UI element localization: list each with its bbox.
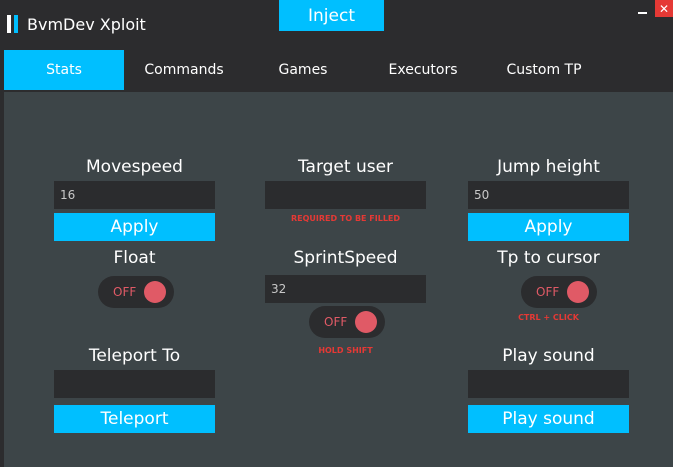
- target-user-label: Target user: [297, 157, 394, 177]
- tab-stats[interactable]: Stats: [4, 50, 124, 90]
- play-sound-label: Play sound: [502, 346, 595, 366]
- tab-custom-tp[interactable]: Custom TP: [484, 50, 604, 90]
- target-user-hint: REQUIRED TO BE FILLED: [290, 214, 401, 223]
- sprint-speed-label: SprintSpeed: [293, 248, 398, 268]
- tab-commands[interactable]: Commands: [124, 50, 244, 90]
- sprint-toggle[interactable]: OFF: [309, 306, 385, 338]
- close-icon[interactable]: ✕: [655, 0, 673, 17]
- teleport-button[interactable]: Teleport: [54, 405, 215, 433]
- sprint-toggle-state: OFF: [324, 315, 348, 329]
- sprint-hint: HOLD SHIFT: [318, 346, 373, 355]
- title-bar: BvmDev Xploit Inject ✕: [0, 0, 673, 48]
- float-toggle-state: OFF: [113, 285, 137, 299]
- app-title: BvmDev Xploit: [27, 15, 146, 34]
- movespeed-apply-button[interactable]: Apply: [54, 213, 215, 241]
- teleport-to-label: Teleport To: [88, 346, 181, 366]
- tab-games[interactable]: Games: [244, 50, 362, 90]
- play-sound-input[interactable]: [468, 370, 629, 398]
- toggle-knob: [144, 281, 166, 303]
- target-user-input[interactable]: [265, 181, 426, 209]
- jump-height-apply-button[interactable]: Apply: [468, 213, 629, 241]
- jump-height-label: Jump height: [497, 157, 600, 177]
- float-toggle[interactable]: OFF: [98, 276, 174, 308]
- sprint-speed-input[interactable]: 32: [265, 275, 426, 303]
- movespeed-input[interactable]: 16: [54, 181, 215, 209]
- stats-panel: Movespeed 16 Apply Float OFF Teleport To…: [4, 92, 673, 467]
- teleport-to-input[interactable]: [54, 370, 215, 398]
- play-sound-button[interactable]: Play sound: [468, 405, 629, 433]
- toggle-knob: [567, 281, 589, 303]
- tp-toggle-state: OFF: [536, 285, 560, 299]
- float-label: Float: [113, 248, 156, 268]
- minimize-icon[interactable]: [636, 3, 650, 19]
- jump-height-input[interactable]: 50: [468, 181, 629, 209]
- movespeed-label: Movespeed: [86, 157, 183, 177]
- app-logo-icon: [7, 15, 19, 33]
- tp-to-cursor-label: Tp to cursor: [497, 248, 600, 268]
- tp-hint: CTRL + CLICK: [518, 313, 579, 322]
- tab-bar: Stats Commands Games Executors Custom TP: [4, 50, 673, 90]
- toggle-knob: [355, 311, 377, 333]
- tp-to-cursor-toggle[interactable]: OFF: [521, 276, 597, 308]
- inject-button[interactable]: Inject: [279, 0, 384, 31]
- tab-executors[interactable]: Executors: [362, 50, 484, 90]
